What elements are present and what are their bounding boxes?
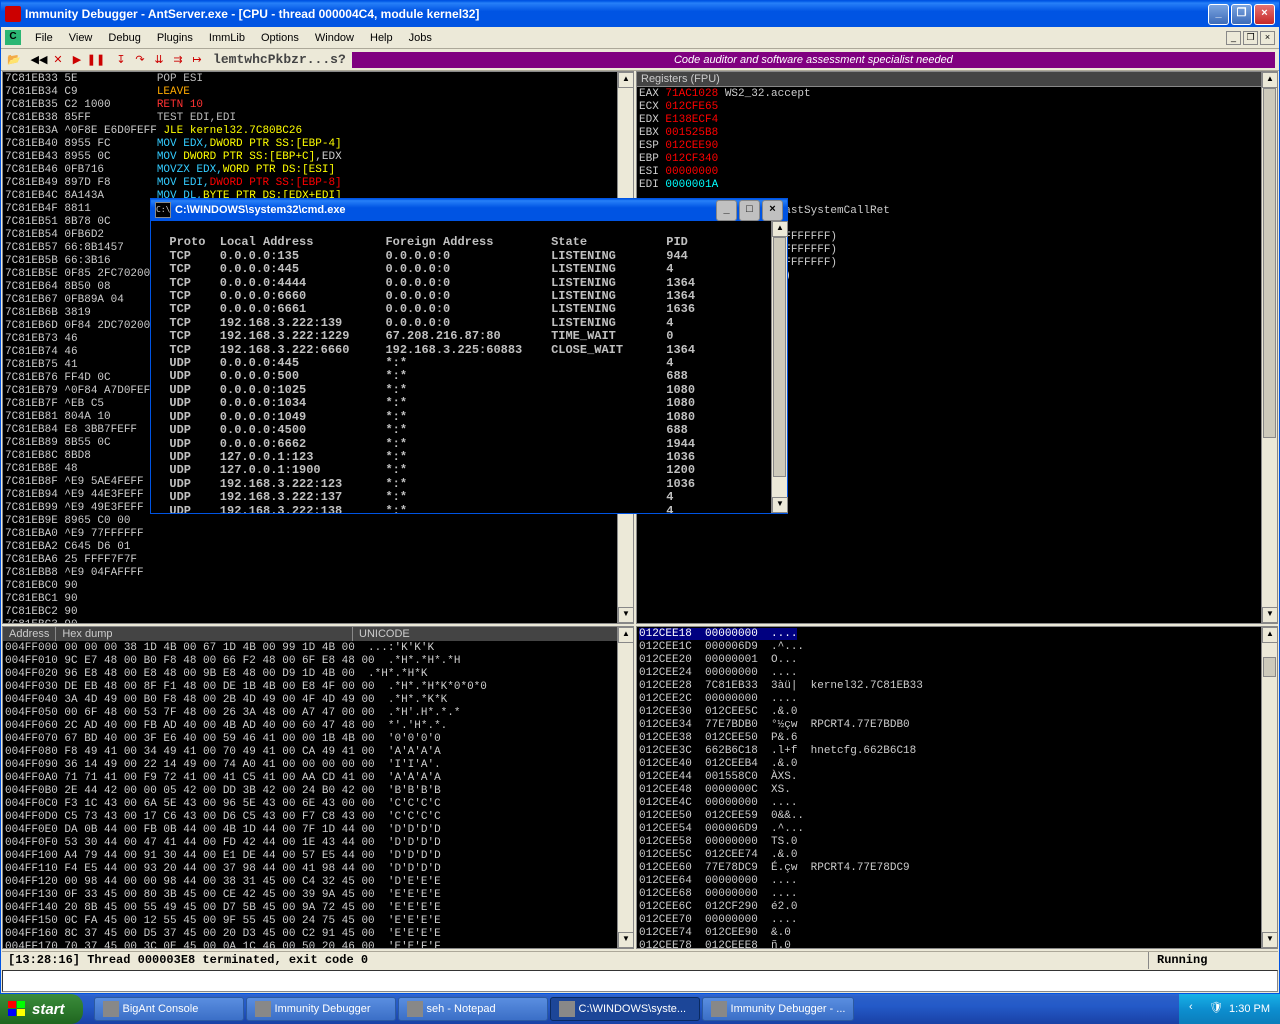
toolbar-...[interactable]: ... [307, 52, 330, 67]
scroll-down-icon[interactable]: ▼ [1262, 607, 1278, 623]
titlebar[interactable]: Immunity Debugger - AntServer.exe - [CPU… [1, 1, 1279, 27]
regs-scrollbar[interactable]: ▲ ▼ [1261, 72, 1277, 623]
scroll-up-icon[interactable]: ▲ [1262, 72, 1278, 88]
menubar: C FileViewDebugPluginsImmLibOptionsWindo… [1, 27, 1279, 49]
toolbar-z[interactable]: z [291, 52, 299, 67]
menu-debug[interactable]: Debug [100, 30, 148, 46]
stack-pane[interactable]: 012CEE18 00000000 .... 012CEE1C 000006D9… [636, 626, 1278, 949]
hexdump-pane[interactable]: Address Hex dump UNICODE 004FF000 00 00 … [2, 626, 634, 949]
step-into-icon[interactable]: ↧ [112, 52, 130, 68]
toolbar-c[interactable]: c [260, 52, 268, 67]
scroll-up-icon[interactable]: ▲ [618, 72, 634, 88]
close-x-icon[interactable]: ✕ [49, 52, 67, 68]
toolbar-b[interactable]: b [283, 52, 291, 67]
pause-icon[interactable]: ❚❚ [87, 52, 105, 68]
toolbar-w[interactable]: w [244, 52, 252, 67]
scroll-thumb[interactable] [1263, 88, 1276, 438]
app-icon [711, 1001, 727, 1017]
hexdump-header: Address Hex dump UNICODE [3, 627, 633, 641]
toolbar-l[interactable]: l [213, 52, 221, 67]
toolbar-s[interactable]: s [330, 52, 338, 67]
cmd-scrollbar[interactable]: ▲ ▼ [771, 221, 787, 513]
scroll-thumb[interactable] [1263, 657, 1276, 677]
app-icon [103, 1001, 119, 1017]
stack-scrollbar[interactable]: ▲ ▼ [1261, 627, 1277, 948]
mdi-minimize[interactable]: _ [1226, 31, 1241, 45]
maximize-button[interactable]: ❐ [1231, 4, 1252, 25]
scroll-down-icon[interactable]: ▼ [1262, 932, 1278, 948]
cmd-minimize[interactable]: _ [716, 200, 737, 221]
menu-file[interactable]: File [27, 30, 61, 46]
taskbar-item[interactable]: Immunity Debugger - ... [702, 997, 855, 1021]
app-icon [559, 1001, 575, 1017]
start-button[interactable]: start [0, 994, 83, 1024]
windows-logo-icon [8, 1001, 26, 1017]
cmd-output[interactable]: Proto Local Address Foreign Address Stat… [151, 221, 771, 513]
cmd-title: C:\WINDOWS\system32\cmd.exe [175, 204, 716, 216]
app-icon [255, 1001, 271, 1017]
child-icon[interactable]: C [5, 30, 21, 45]
mdi-close[interactable]: × [1260, 31, 1275, 45]
cmd-titlebar[interactable]: C:\ C:\WINDOWS\system32\cmd.exe _ □ × [151, 199, 787, 221]
system-tray[interactable]: ‹ 🛡 1:30 PM [1179, 994, 1280, 1024]
menu-window[interactable]: Window [307, 30, 362, 46]
hexdump-content[interactable]: 004FF000 00 00 00 38 1D 4B 00 67 1D 4B 0… [3, 641, 633, 949]
mdi-restore[interactable]: ❐ [1243, 31, 1258, 45]
hex-scrollbar[interactable]: ▲ ▼ [617, 627, 633, 948]
menu-view[interactable]: View [61, 30, 101, 46]
taskbar-item[interactable]: BigAnt Console [94, 997, 244, 1021]
scroll-up-icon[interactable]: ▲ [772, 221, 788, 237]
menu-jobs[interactable]: Jobs [401, 30, 440, 46]
window-title: Immunity Debugger - AntServer.exe - [CPU… [25, 7, 1208, 21]
taskbar-item[interactable]: Immunity Debugger [246, 997, 396, 1021]
command-input[interactable] [2, 970, 1278, 992]
open-icon[interactable]: 📂 [5, 52, 23, 68]
status-state: Running [1148, 952, 1278, 969]
scroll-up-icon[interactable]: ▲ [618, 627, 634, 643]
trace-over-icon[interactable]: ⇉ [169, 52, 187, 68]
rewind-icon[interactable]: ◀◀ [30, 52, 48, 68]
tray-clock[interactable]: 1:30 PM [1229, 1003, 1270, 1015]
registers-header: Registers (FPU) [637, 72, 1277, 87]
menu-options[interactable]: Options [253, 30, 307, 46]
close-button[interactable]: × [1254, 4, 1275, 25]
toolbar-P[interactable]: P [268, 52, 276, 67]
taskbar-item[interactable]: C:\WINDOWS\syste... [550, 997, 700, 1021]
play-icon[interactable]: ▶ [68, 52, 86, 68]
taskbar: start BigAnt ConsoleImmunity Debuggerseh… [0, 994, 1280, 1024]
tray-chevron-icon[interactable]: ‹ [1189, 1001, 1205, 1017]
scroll-down-icon[interactable]: ▼ [618, 932, 634, 948]
toolbar: 📂 ◀◀ ✕ ▶ ❚❚ ↧ ↷ ⇊ ⇉ ↦ lemtwhcPkbzr...s? … [1, 49, 1279, 71]
cmd-icon: C:\ [155, 202, 171, 218]
scroll-up-icon[interactable]: ▲ [1262, 627, 1278, 643]
scroll-thumb[interactable] [773, 237, 786, 477]
ad-banner[interactable]: Code auditor and software assessment spe… [352, 52, 1275, 68]
tray-shield-icon[interactable]: 🛡 [1209, 1001, 1225, 1017]
step-over-icon[interactable]: ↷ [131, 52, 149, 68]
cmd-maximize[interactable]: □ [739, 200, 760, 221]
cmd-window[interactable]: C:\ C:\WINDOWS\system32\cmd.exe _ □ × Pr… [150, 198, 788, 514]
status-message: [13:28:16] Thread 000003E8 terminated, e… [2, 952, 1148, 969]
scroll-down-icon[interactable]: ▼ [618, 607, 634, 623]
toolbar-h[interactable]: h [252, 52, 260, 67]
toolbar-e[interactable]: e [221, 52, 229, 67]
app-icon [5, 6, 21, 22]
minimize-button[interactable]: _ [1208, 4, 1229, 25]
trace-into-icon[interactable]: ⇊ [150, 52, 168, 68]
stack-content[interactable]: 012CEE18 00000000 .... 012CEE1C 000006D9… [637, 627, 1277, 949]
menu-help[interactable]: Help [362, 30, 401, 46]
scroll-down-icon[interactable]: ▼ [772, 497, 788, 513]
toolbar-r[interactable]: r [299, 52, 307, 67]
cmd-close[interactable]: × [762, 200, 783, 221]
toolbar-?[interactable]: ? [338, 52, 346, 67]
app-icon [407, 1001, 423, 1017]
statusbar: [13:28:16] Thread 000003E8 terminated, e… [2, 951, 1278, 969]
menu-plugins[interactable]: Plugins [149, 30, 201, 46]
menu-immlib[interactable]: ImmLib [201, 30, 253, 46]
taskbar-item[interactable]: seh - Notepad [398, 997, 548, 1021]
run-to-icon[interactable]: ↦ [188, 52, 206, 68]
